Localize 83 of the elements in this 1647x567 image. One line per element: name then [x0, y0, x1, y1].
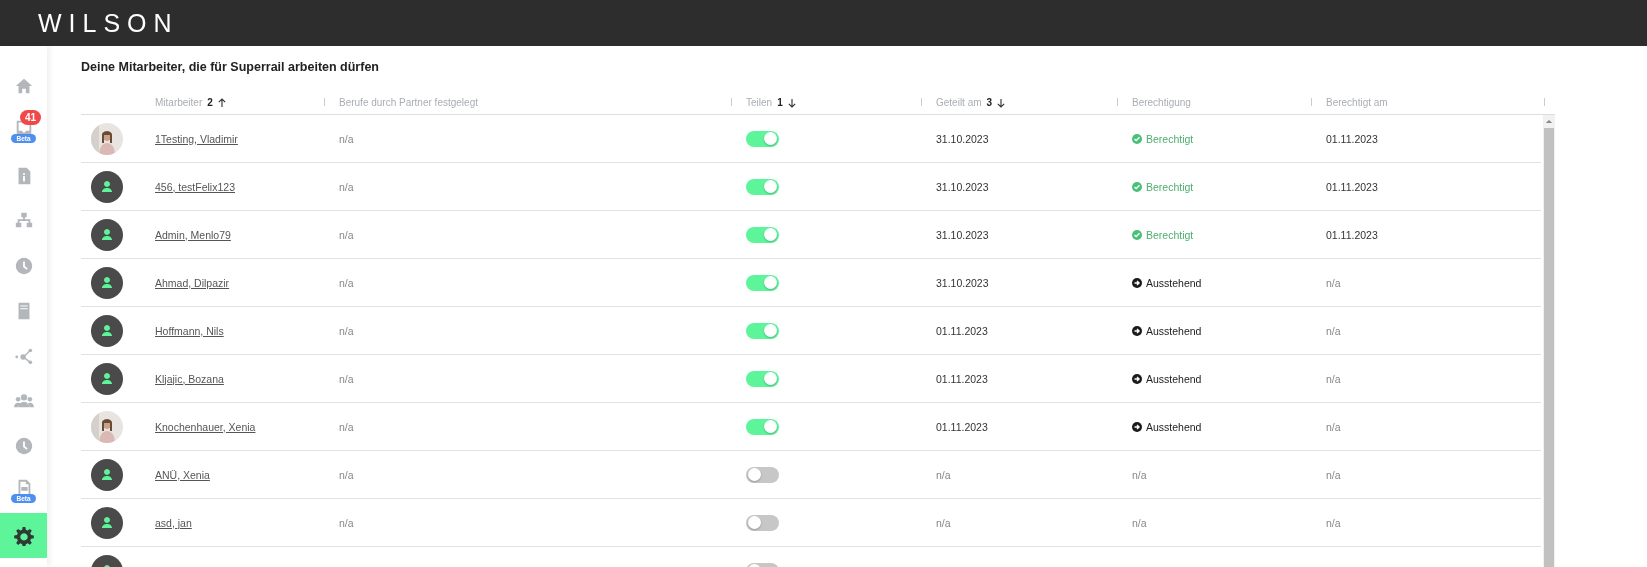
employee-link[interactable]: ANÜ, Xenia — [155, 468, 210, 481]
shared-date: n/a — [936, 468, 951, 481]
sort-order: 3 — [986, 97, 993, 108]
scroll-up-icon[interactable] — [1545, 119, 1553, 124]
professions-text: n/a — [339, 420, 354, 433]
check-circle-icon — [1132, 133, 1142, 144]
employee-link[interactable]: Hoffmann, Nils — [155, 324, 224, 337]
arrow-circle-icon — [1132, 325, 1142, 336]
permitted-date: 01.11.2023 — [1326, 132, 1378, 145]
permission-status: Ausstehend — [1146, 324, 1202, 337]
permission-status: Berechtigt — [1146, 180, 1194, 193]
share-toggle[interactable] — [746, 274, 779, 291]
professions-text: n/a — [339, 180, 354, 193]
sidebar-item[interactable] — [0, 513, 47, 558]
check-circle-icon — [1132, 181, 1142, 192]
clock-icon — [13, 435, 34, 456]
avatar-icon — [91, 506, 123, 539]
permitted-date: 01.11.2023 — [1326, 228, 1378, 241]
shared-date: 31.10.2023 — [936, 132, 989, 145]
shared-date: 01.11.2023 — [936, 324, 988, 337]
permission-status: Berechtigt — [1146, 228, 1194, 241]
avatar-icon — [91, 458, 123, 491]
permitted-date: n/a — [1326, 324, 1341, 337]
permission-status: Ausstehend — [1146, 372, 1202, 385]
share-toggle[interactable] — [746, 418, 779, 435]
employee-link[interactable]: Knochenhauer, Xenia — [155, 420, 256, 433]
shared-date: 31.10.2023 — [936, 276, 989, 289]
employee-link[interactable]: 456, testFelix123 — [155, 180, 235, 193]
permitted-date: 01.11.2023 — [1326, 180, 1378, 193]
shared-date: 31.10.2023 — [936, 228, 989, 241]
avatar-icon — [91, 314, 123, 347]
employee-link[interactable]: asd, jan — [155, 516, 192, 529]
shared-date: n/a — [936, 516, 951, 529]
professions-text: n/a — [339, 324, 354, 337]
check-circle-icon — [1132, 229, 1142, 240]
arrow-circle-icon — [1132, 421, 1142, 432]
share-toggle[interactable] — [746, 226, 779, 243]
professions-text: n/a — [339, 372, 354, 385]
share-toggle[interactable] — [746, 514, 779, 531]
permitted-date: n/a — [1326, 420, 1341, 433]
sort-down-icon[interactable] — [787, 97, 796, 108]
permission-status: n/a — [1132, 516, 1147, 529]
permitted-date: n/a — [1326, 516, 1341, 529]
share-toggle[interactable] — [746, 370, 779, 387]
settings-icon — [13, 525, 34, 546]
share-toggle[interactable] — [746, 130, 779, 147]
sort-order: 2 — [207, 97, 213, 108]
share-toggle[interactable] — [746, 178, 779, 195]
employee-link[interactable]: Admin, Menlo79 — [155, 228, 231, 241]
employee-link[interactable]: Kljajic, Bozana — [155, 372, 224, 385]
employee-link[interactable]: 1Testing, Vladimir — [155, 132, 238, 145]
arrow-circle-icon — [1132, 373, 1142, 384]
shared-date: 01.11.2023 — [936, 372, 988, 385]
sort-down-icon[interactable] — [997, 97, 1006, 108]
avatar-icon — [91, 218, 123, 251]
permission-status: Berechtigt — [1146, 132, 1194, 145]
count-badge: 41 — [20, 110, 42, 125]
scrollbar[interactable] — [1543, 115, 1555, 567]
permitted-date: n/a — [1326, 468, 1341, 481]
avatar-icon — [91, 362, 123, 395]
avatar-icon — [91, 170, 123, 203]
permitted-date: n/a — [1326, 276, 1341, 289]
page-title: Deine Mitarbeiter, die für Superrail arbeiten dürfen — [81, 60, 380, 74]
arrow-circle-icon — [1132, 277, 1142, 288]
shared-date: 01.11.2023 — [936, 420, 988, 433]
permission-status: Ausstehend — [1146, 276, 1202, 289]
sort-up-icon[interactable] — [217, 97, 226, 108]
shared-date: 31.10.2023 — [936, 180, 989, 193]
sort-order: 1 — [777, 97, 783, 108]
permitted-date: n/a — [1326, 372, 1341, 385]
permission-status: Ausstehend — [1146, 420, 1202, 433]
share-toggle[interactable] — [746, 322, 779, 339]
professions-text: n/a — [339, 468, 354, 481]
clock-icon — [13, 255, 34, 276]
professions-text: n/a — [339, 228, 354, 241]
professions-text: n/a — [339, 276, 354, 289]
professions-text: n/a — [339, 132, 354, 145]
employee-link[interactable]: Ahmad, Dilpazir — [155, 276, 230, 289]
avatar-icon — [91, 266, 123, 299]
permission-status: n/a — [1132, 468, 1147, 481]
professions-text: n/a — [339, 516, 354, 529]
share-toggle[interactable] — [746, 466, 779, 483]
logo[interactable]: WILSON — [38, 8, 179, 38]
